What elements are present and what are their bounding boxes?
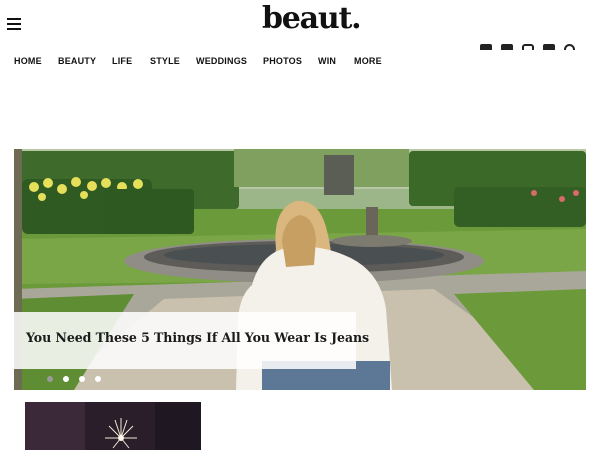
article-thumbnail[interactable]: [25, 402, 201, 450]
thumbnail-image: [25, 402, 201, 450]
hamburger-menu-icon[interactable]: [7, 18, 21, 31]
carousel-dot-4[interactable]: [95, 376, 101, 382]
social-links: [480, 42, 600, 50]
twitter-icon[interactable]: [501, 44, 513, 50]
facebook-icon[interactable]: [480, 44, 492, 50]
pinterest-icon[interactable]: [543, 44, 555, 50]
main-nav: HOME BEAUTY LIFE STYLE WEDDINGS PHOTOS W…: [14, 54, 394, 68]
site-header: beaut. HOME BEAUTY LIFE STYLE WEDDINGS P…: [0, 0, 600, 80]
hero-headline[interactable]: You Need These 5 Things If All You Wear …: [26, 330, 369, 345]
carousel-dots: [47, 376, 101, 382]
carousel-dot-1[interactable]: [47, 376, 53, 382]
carousel-dot-2[interactable]: [63, 376, 69, 382]
hero-caption-box[interactable]: You Need These 5 Things If All You Wear …: [14, 312, 369, 369]
instagram-icon[interactable]: [522, 44, 534, 50]
nav-item-weddings[interactable]: WEDDINGS: [196, 54, 263, 68]
nav-item-more[interactable]: MORE: [354, 54, 394, 68]
site-logo[interactable]: beaut.: [262, 0, 362, 38]
nav-item-photos[interactable]: PHOTOS: [263, 54, 318, 68]
nav-item-life[interactable]: LIFE: [112, 54, 150, 68]
carousel-dot-3[interactable]: [79, 376, 85, 382]
nav-item-beauty[interactable]: BEAUTY: [58, 54, 112, 68]
search-icon[interactable]: [564, 44, 575, 50]
nav-item-win[interactable]: WIN: [318, 54, 354, 68]
nav-item-style[interactable]: STYLE: [150, 54, 196, 68]
nav-item-home[interactable]: HOME: [14, 54, 58, 68]
hero-carousel[interactable]: You Need These 5 Things If All You Wear …: [14, 149, 586, 390]
